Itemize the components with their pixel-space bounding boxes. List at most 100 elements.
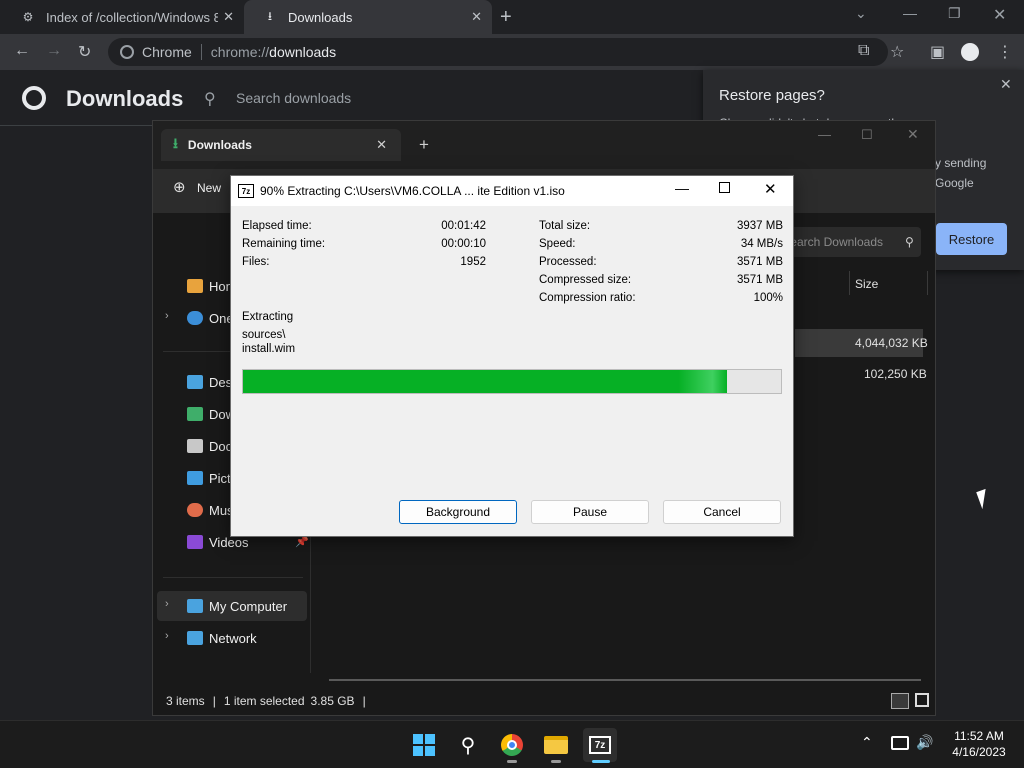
- profile-avatar-icon[interactable]: [961, 43, 979, 61]
- elapsed-time-value: 00:01:42: [441, 220, 486, 232]
- chrome-logo-icon: [22, 86, 46, 110]
- status-divider: |: [362, 694, 366, 708]
- new-button[interactable]: New: [197, 181, 221, 195]
- close-window-button[interactable]: ✕: [907, 126, 919, 143]
- search-icon: ⚲: [204, 91, 216, 108]
- start-button[interactable]: [407, 728, 441, 762]
- picture-icon: [187, 471, 203, 485]
- address-bar[interactable]: Chrome chrome:// downloads: [108, 38, 888, 66]
- download-icon: [187, 407, 203, 421]
- back-icon[interactable]: ←: [14, 42, 30, 60]
- minimize-button[interactable]: —: [903, 5, 917, 21]
- close-tab-icon[interactable]: ✕: [223, 9, 234, 25]
- search-downloads-input[interactable]: Search downloads: [236, 90, 351, 106]
- omnibox-url-prefix: chrome://: [210, 44, 270, 60]
- cancel-button[interactable]: Cancel: [663, 500, 781, 524]
- nav-label: Network: [209, 630, 257, 646]
- elapsed-time-label: Elapsed time:: [242, 220, 312, 232]
- reload-icon[interactable]: ↻: [78, 42, 91, 62]
- dialog-titlebar: 7z 90% Extracting C:\Users\VM6.COLLA ...…: [231, 176, 793, 206]
- chrome-icon: [501, 734, 523, 756]
- forward-icon[interactable]: →: [46, 42, 62, 60]
- maximize-button[interactable]: ☐: [861, 127, 873, 143]
- tab-label: Index of /collection/Windows 8.1: [46, 9, 218, 25]
- running-indicator: [507, 760, 517, 763]
- column-header-size[interactable]: Size: [855, 277, 878, 291]
- horizontal-scrollbar[interactable]: [329, 679, 921, 681]
- compressed-size-label: Compressed size:: [539, 274, 632, 286]
- compression-ratio-label: Compression ratio:: [539, 292, 636, 304]
- 7zip-icon: 7z: [589, 736, 611, 754]
- close-icon[interactable]: ✕: [1000, 76, 1012, 93]
- minimize-button[interactable]: —: [818, 127, 831, 142]
- files-value: 1952: [460, 256, 486, 268]
- cloud-icon: [187, 311, 203, 325]
- restore-window-button[interactable]: ❐: [948, 5, 961, 22]
- close-tab-icon[interactable]: ✕: [376, 137, 387, 153]
- progress-fill: [243, 370, 728, 393]
- tiles-view-icon[interactable]: [915, 693, 929, 707]
- processed-value: 3571 MB: [736, 256, 783, 268]
- chevron-up-icon[interactable]: ⌃: [861, 734, 873, 751]
- network-icon[interactable]: [891, 736, 909, 750]
- nav-item-my-computer[interactable]: My Computer: [153, 591, 311, 621]
- close-tab-icon[interactable]: ✕: [471, 9, 482, 25]
- processed-label: Processed:: [539, 256, 597, 268]
- close-window-button[interactable]: ✕: [993, 5, 1006, 25]
- volume-icon[interactable]: 🔊: [916, 734, 933, 751]
- video-icon: [187, 535, 203, 549]
- files-label: Files:: [242, 256, 270, 268]
- details-view-icon[interactable]: [891, 693, 909, 709]
- status-selected: 1 item selected: [223, 694, 305, 708]
- status-divider: |: [212, 694, 216, 708]
- minimize-button[interactable]: —: [675, 180, 689, 196]
- chrome-icon: [120, 45, 134, 59]
- explorer-tab-label: Downloads: [187, 138, 252, 152]
- speed-label: Speed:: [539, 238, 576, 250]
- tab-search-icon[interactable]: ⌄: [855, 5, 867, 22]
- background-button[interactable]: Background: [399, 500, 517, 524]
- total-size-label: Total size:: [539, 220, 591, 232]
- search-icon: ⚲: [905, 235, 914, 249]
- taskbar-chrome-app[interactable]: [495, 728, 529, 762]
- speed-value: 34 MB/s: [740, 238, 783, 250]
- download-icon: ⭳: [267, 8, 273, 23]
- folder-icon: [544, 736, 568, 754]
- share-icon[interactable]: ⧉: [858, 42, 869, 60]
- taskbar-7zip-app[interactable]: 7z: [583, 728, 617, 762]
- bookmark-star-icon[interactable]: ☆: [890, 42, 904, 62]
- extraction-progress-dialog: 7z 90% Extracting C:\Users\VM6.COLLA ...…: [230, 175, 794, 537]
- maximize-button[interactable]: [719, 182, 730, 193]
- pause-button[interactable]: Pause: [531, 500, 649, 524]
- close-window-button[interactable]: ✕: [764, 180, 777, 198]
- clock-time[interactable]: 11:52 AM: [944, 729, 1014, 743]
- extraction-progress-bar: [242, 369, 782, 394]
- explorer-tab-downloads[interactable]: ⭳ Downloads ✕: [161, 129, 401, 161]
- windows-logo-icon: [413, 734, 435, 756]
- nav-label: My Computer: [209, 598, 288, 614]
- explorer-status-bar: 3 items | 1 item selected 3.85 GB |: [153, 687, 935, 715]
- new-tab-button[interactable]: +: [419, 135, 429, 155]
- dialog-title: 90% Extracting C:\Users\VM6.COLLA ... it…: [260, 184, 565, 198]
- restore-bubble-text-3: Google: [935, 176, 974, 190]
- status-selected-size: 3.85 GB: [310, 694, 355, 708]
- side-panel-icon[interactable]: ▣: [930, 42, 945, 62]
- taskbar-file-explorer-app[interactable]: [539, 728, 573, 762]
- page-title: Downloads: [66, 86, 184, 111]
- new-tab-button[interactable]: +: [500, 6, 512, 29]
- document-icon: [187, 439, 203, 453]
- new-plus-icon: ⊕: [173, 179, 186, 196]
- tab-downloads[interactable]: ⭳ Downloads ✕: [244, 0, 492, 34]
- taskbar-search-icon[interactable]: ⚲: [451, 728, 485, 762]
- column-divider: [927, 271, 928, 295]
- running-indicator: [551, 760, 561, 763]
- status-item-count: 3 items: [166, 694, 205, 708]
- remaining-time-value: 00:00:10: [441, 238, 486, 250]
- restore-button[interactable]: Restore: [936, 223, 1007, 255]
- nav-item-network[interactable]: Network: [153, 623, 311, 653]
- tab-index-of-collection[interactable]: ⚙ Index of /collection/Windows 8.1 ✕: [0, 0, 244, 34]
- menu-kebab-icon[interactable]: ⋮: [997, 42, 1013, 62]
- column-divider: [849, 271, 850, 295]
- explorer-search-input[interactable]: Search Downloads ⚲: [775, 227, 921, 257]
- clock-date[interactable]: 4/16/2023: [944, 745, 1014, 759]
